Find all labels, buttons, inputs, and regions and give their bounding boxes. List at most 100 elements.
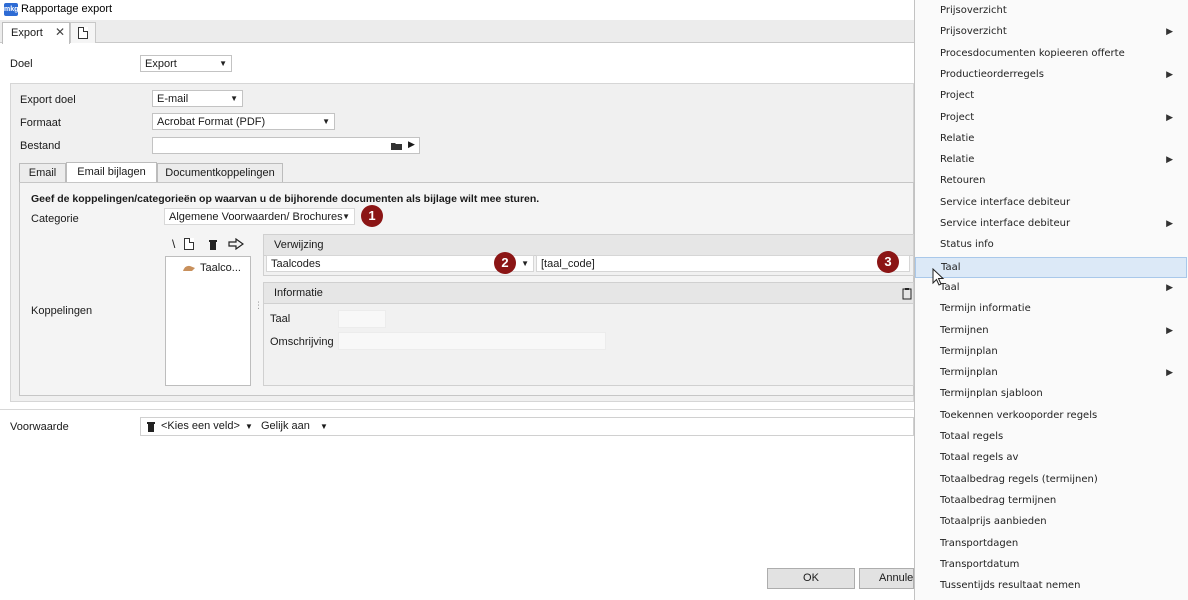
menu-item-label: Transportdatum	[940, 558, 1020, 570]
koppelingen-toolbar: \	[165, 234, 251, 256]
title-bar	[0, 0, 914, 20]
condition-operator-select[interactable]: Gelijk aan	[261, 420, 310, 432]
menu-item[interactable]: Transportdatum	[915, 555, 1187, 576]
menu-item[interactable]: Service interface debiteur ▶	[915, 214, 1187, 235]
menu-item-label: Project	[940, 111, 975, 123]
new-tab-button[interactable]	[70, 22, 96, 43]
export-doel-dropdown[interactable]: E-mail ▼	[152, 90, 243, 107]
menu-item-label: Totaalbedrag regels (termijnen)	[940, 473, 1098, 485]
menu-item[interactable]: Taal ▶	[915, 278, 1187, 299]
menu-item[interactable]: Taal	[915, 256, 1187, 278]
menu-item[interactable]: Procesdocumenten kopieeren offerte	[915, 44, 1187, 65]
submenu-arrow-icon: ▶	[1166, 154, 1173, 165]
chevron-down-icon: ▼	[230, 94, 238, 103]
bestand-label: Bestand	[20, 140, 61, 152]
menu-item[interactable]: Prijsoverzicht	[915, 1, 1187, 22]
menu-item[interactable]: Prijsoverzicht ▶	[915, 22, 1187, 43]
document-tab-strip	[0, 20, 914, 43]
doel-label: Doel	[10, 58, 33, 70]
new-item-icon[interactable]	[184, 238, 194, 250]
callout-badge-2: 2	[494, 252, 516, 274]
play-arrow-icon[interactable]: ▶	[408, 139, 415, 150]
callout-badge-3: 3	[877, 251, 899, 273]
callout-badge-1: 1	[361, 205, 383, 227]
menu-item[interactable]: Transportdagen	[915, 534, 1187, 555]
verwijzing-field-value: [taal_code]	[541, 258, 595, 270]
menu-item-label: Totaalbedrag termijnen	[940, 494, 1057, 506]
verwijzing-select-value: Taalcodes	[271, 258, 321, 270]
menu-item[interactable]: Productieorderregels ▶	[915, 65, 1187, 86]
tab-email-bijlagen[interactable]: Email bijlagen	[66, 162, 157, 182]
mouse-cursor-icon	[932, 268, 945, 286]
menu-item[interactable]: Termijn informatie	[915, 299, 1187, 320]
tab-close-icon[interactable]: ✕	[55, 25, 65, 39]
menu-item-label: Transportdagen	[940, 537, 1019, 549]
chevron-down-icon[interactable]: ▼	[320, 422, 328, 431]
menu-item-label: Totaalprijs aanbieden	[940, 516, 1047, 528]
list-item[interactable]: Taalco...	[168, 259, 250, 276]
formaat-label: Formaat	[20, 117, 61, 129]
informatie-header: Informatie	[264, 283, 913, 304]
tab-email[interactable]: Email	[19, 163, 66, 182]
doel-value: Export	[145, 58, 177, 70]
menu-item[interactable]: Toekennen verkooporder regels	[915, 406, 1187, 427]
menu-item-label: Service interface debiteur	[940, 218, 1071, 229]
link-item-icon	[183, 265, 195, 271]
menu-item[interactable]: Totaalbedrag regels (termijnen)	[915, 470, 1187, 491]
trash-icon[interactable]	[146, 421, 156, 433]
menu-item-label: Tussentijds resultaat nemen	[940, 580, 1081, 592]
bestand-field[interactable]: ▶	[152, 137, 420, 154]
menu-item-label: Totaal regels av	[940, 452, 1019, 464]
chevron-down-icon[interactable]: ▼	[245, 422, 253, 431]
menu-item[interactable]: Retouren	[915, 171, 1187, 192]
menu-item-label: Procesdocumenten kopieeren offerte	[940, 47, 1125, 59]
submenu-arrow-icon: ▶	[1166, 281, 1173, 292]
menu-item-label: Productieorderregels	[940, 68, 1044, 80]
window-title: Rapportage export	[21, 3, 113, 15]
tab-export[interactable]: Export ✕	[2, 22, 70, 44]
condition-field-select[interactable]: <Kies een veld>	[161, 420, 240, 432]
verwijzing-field[interactable]: [taal_code]	[536, 255, 910, 272]
menu-item[interactable]: Termijnplan ▶	[915, 363, 1187, 384]
cancel-button[interactable]: Annule	[859, 568, 914, 589]
menu-item[interactable]: Project	[915, 86, 1187, 107]
trash-icon[interactable]	[208, 238, 218, 251]
instruction-text: Geef de koppelingen/categorieën op waarv…	[31, 193, 540, 205]
menu-item[interactable]: Relatie ▶	[915, 150, 1187, 171]
chevron-down-icon: ▼	[219, 59, 227, 68]
menu-item[interactable]: Termijnplan sjabloon	[915, 384, 1187, 405]
tab-documentkoppelingen[interactable]: Documentkoppelingen	[157, 163, 283, 182]
categorie-value: Algemene Voorwaarden/ Brochures	[169, 211, 343, 223]
app-logo: mkg	[4, 3, 18, 16]
menu-item[interactable]: Termijnplan	[915, 342, 1187, 363]
ok-button[interactable]: OK	[767, 568, 855, 589]
splitter-handle[interactable]: ⋮	[254, 301, 263, 310]
menu-item[interactable]: Totaalbedrag termijnen	[915, 491, 1187, 512]
submenu-arrow-icon: ▶	[1166, 111, 1173, 122]
backslash-icon[interactable]: \	[172, 237, 175, 251]
formaat-dropdown[interactable]: Acrobat Format (PDF) ▼	[152, 113, 335, 130]
arrow-right-icon[interactable]	[228, 238, 244, 250]
doel-dropdown[interactable]: Export ▼	[140, 55, 232, 72]
menu-item[interactable]: Service interface debiteur	[915, 193, 1187, 214]
menu-item[interactable]: Relatie	[915, 129, 1187, 150]
menu-item[interactable]: Totaal regels av	[915, 448, 1187, 469]
menu-item[interactable]: Tussentijds resultaat nemen	[915, 576, 1187, 597]
koppelingen-list[interactable]: Taalco...	[165, 256, 251, 386]
chevron-down-icon: ▼	[521, 259, 529, 268]
menu-item[interactable]: Totaalprijs aanbieden	[915, 512, 1187, 533]
taal-value	[338, 310, 386, 328]
submenu-arrow-icon: ▶	[1166, 367, 1173, 378]
divider	[0, 409, 914, 410]
folder-open-icon[interactable]	[390, 141, 404, 151]
menu-item[interactable]: Termijnen ▶	[915, 321, 1187, 342]
tab-documentkoppelingen-label: Documentkoppelingen	[165, 167, 275, 179]
categorie-dropdown[interactable]: Algemene Voorwaarden/ Brochures ▼	[164, 208, 355, 225]
menu-item[interactable]: Totaal regels	[915, 427, 1187, 448]
new-page-icon	[78, 27, 88, 39]
verwijzing-header: Verwijzing	[264, 235, 913, 256]
menu-item[interactable]: Status info	[915, 235, 1187, 256]
list-item-label: Taalco...	[200, 262, 241, 274]
menu-item[interactable]: Project ▶	[915, 108, 1187, 129]
clipboard-icon[interactable]	[902, 287, 912, 300]
